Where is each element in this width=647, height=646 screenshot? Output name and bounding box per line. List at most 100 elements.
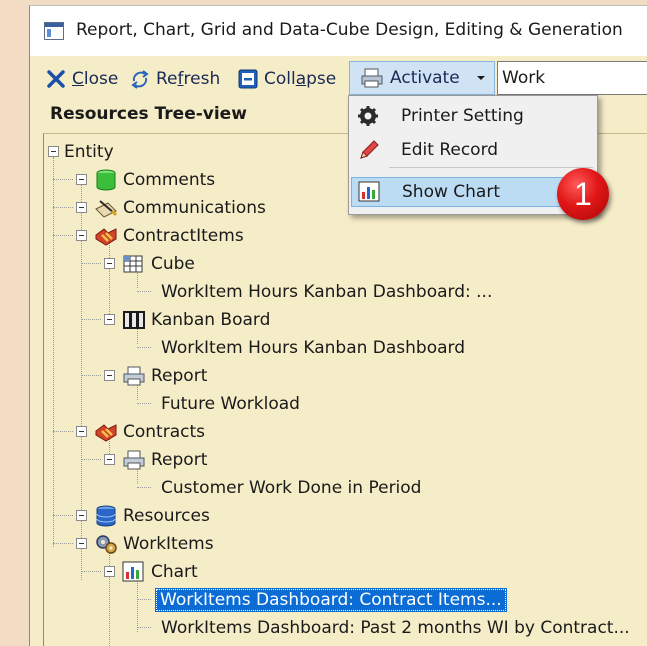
step-badge: 1 — [557, 168, 609, 220]
tree-leaf-cube-dashboard[interactable]: WorkItem Hours Kanban Dashboard: ... — [161, 279, 492, 305]
tree-node-contract-items[interactable]: ContractItems — [94, 223, 244, 249]
tree-line — [81, 571, 101, 572]
tree-node-label: Cube — [151, 254, 195, 274]
tree-node-chart[interactable]: Chart — [122, 559, 198, 585]
tree-line — [53, 235, 73, 236]
tree-expander[interactable] — [104, 566, 115, 577]
collapse-label-pre: Coll — [264, 69, 296, 89]
tree-leaf-customer-work[interactable]: Customer Work Done in Period — [161, 475, 421, 501]
tree-line — [53, 179, 73, 180]
tree-expander[interactable] — [76, 174, 87, 185]
tree-node-label: Communications — [123, 198, 266, 218]
tree-node-label: Resources — [123, 506, 210, 526]
tree-line — [137, 627, 151, 628]
tree-expander[interactable] — [104, 258, 115, 269]
pencil-icon — [360, 140, 379, 159]
activate-dropdown-button[interactable]: Activate — [349, 61, 495, 95]
menu-item-edit-record[interactable]: Edit Record — [351, 135, 595, 165]
tree-leaf-chart-past-2-months[interactable]: WorkItems Dashboard: Past 2 months WI by… — [161, 615, 630, 641]
tree-leaf-chart-contract-items[interactable]: WorkItems Dashboard: Contract Items... — [155, 587, 507, 613]
close-label-accel: C — [72, 69, 84, 89]
tree-line — [81, 319, 101, 320]
tree-node-label: Comments — [123, 170, 216, 190]
tree-node-comments[interactable]: Comments — [94, 167, 215, 193]
tree-node-label: Future Workload — [161, 394, 300, 414]
menu-item-printer-setting[interactable]: Printer Setting — [351, 101, 595, 131]
tree-node-label: WorkItem Hours Kanban Dashboard: ... — [161, 282, 493, 302]
tree-line — [137, 291, 151, 292]
menu-item-label: Edit Record — [401, 140, 499, 160]
search-input[interactable] — [497, 61, 647, 95]
tree-line — [137, 347, 151, 348]
tree-node-resources[interactable]: Resources — [94, 503, 210, 529]
tree-node-label: Contracts — [123, 422, 205, 442]
tree-node-communications[interactable]: Communications — [94, 195, 266, 221]
menu-item-label: Show Chart — [402, 182, 500, 202]
tree-node-report[interactable]: Report — [122, 447, 207, 473]
tree-line — [53, 207, 73, 208]
tree-node-workitems[interactable]: WorkItems — [94, 531, 214, 557]
chart-icon — [358, 181, 380, 202]
tree-expander[interactable] — [104, 314, 115, 325]
tree-node-report[interactable]: Report — [122, 363, 207, 389]
tree-node-label: Chart — [151, 562, 198, 582]
database-green-icon — [96, 169, 116, 191]
collapse-button[interactable]: Collapse — [238, 66, 336, 92]
tree-line — [81, 375, 101, 376]
panel-title: Resources Tree-view — [50, 104, 247, 124]
tree-line — [53, 515, 73, 516]
tree-line — [137, 403, 151, 404]
chevron-down-icon — [477, 76, 485, 80]
tree-node-label: WorkItem Hours Kanban Dashboard — [161, 338, 466, 358]
refresh-label: resh — [183, 69, 221, 89]
tree-node-cube[interactable]: Cube — [122, 251, 195, 277]
tree-node-contracts[interactable]: Contracts — [94, 419, 205, 445]
report-printer-icon — [123, 366, 145, 386]
tree-expander[interactable] — [76, 202, 87, 213]
tree-leaf-kanban-dashboard[interactable]: WorkItem Hours Kanban Dashboard — [161, 335, 465, 361]
tree-expander[interactable] — [76, 426, 87, 437]
grid-cube-icon — [123, 255, 143, 273]
collapse-icon — [238, 69, 258, 89]
chart-icon — [122, 561, 144, 582]
tree-leaf-future-workload[interactable]: Future Workload — [161, 391, 300, 417]
tree-expander[interactable] — [76, 230, 87, 241]
toolbar: Close Refresh Collapse Activate Work — [30, 56, 647, 100]
tree-expander[interactable] — [76, 538, 87, 549]
handshake-icon — [95, 424, 117, 442]
kanban-icon — [123, 311, 145, 329]
tree-node-label-selected: WorkItems Dashboard: Contract Items... — [155, 588, 507, 612]
tree-node-label: Customer Work Done in Period — [161, 478, 422, 498]
tree-node-kanban-board[interactable]: Kanban Board — [122, 307, 270, 333]
report-printer-icon — [123, 450, 145, 470]
tree-node-label: Report — [151, 450, 208, 470]
tree-line — [53, 543, 73, 544]
menu-separator — [389, 167, 593, 168]
tree-line — [81, 263, 101, 264]
tree-expander[interactable] — [76, 510, 87, 521]
refresh-button[interactable]: Refresh — [130, 66, 220, 92]
tree-node-entity[interactable]: Entity — [64, 139, 114, 165]
gear-icon — [358, 106, 378, 126]
close-label: lose — [83, 69, 119, 89]
collapse-label-accel: a — [295, 69, 307, 89]
database-blue-icon — [96, 505, 116, 527]
refresh-icon — [131, 70, 149, 89]
collapse-label: pse — [306, 69, 337, 89]
tree-node-label: Report — [151, 366, 208, 386]
tree-node-label: Kanban Board — [151, 310, 271, 330]
tree-line — [53, 431, 73, 432]
handshake-icon — [95, 228, 117, 246]
tree-node-label: Entity — [64, 142, 114, 162]
printer-icon — [361, 68, 383, 88]
tree-expander[interactable] — [104, 454, 115, 465]
activate-label: ctivate — [401, 68, 460, 88]
tree-node-label: WorkItems Dashboard: Past 2 months WI by… — [161, 618, 630, 638]
tree-expander[interactable] — [104, 370, 115, 381]
tree-expander[interactable] — [48, 146, 59, 157]
activate-label-accel: A — [390, 68, 402, 88]
close-icon — [47, 70, 65, 88]
tree-line — [109, 548, 110, 646]
tree-line — [137, 599, 151, 600]
close-button[interactable]: Close — [46, 66, 118, 92]
